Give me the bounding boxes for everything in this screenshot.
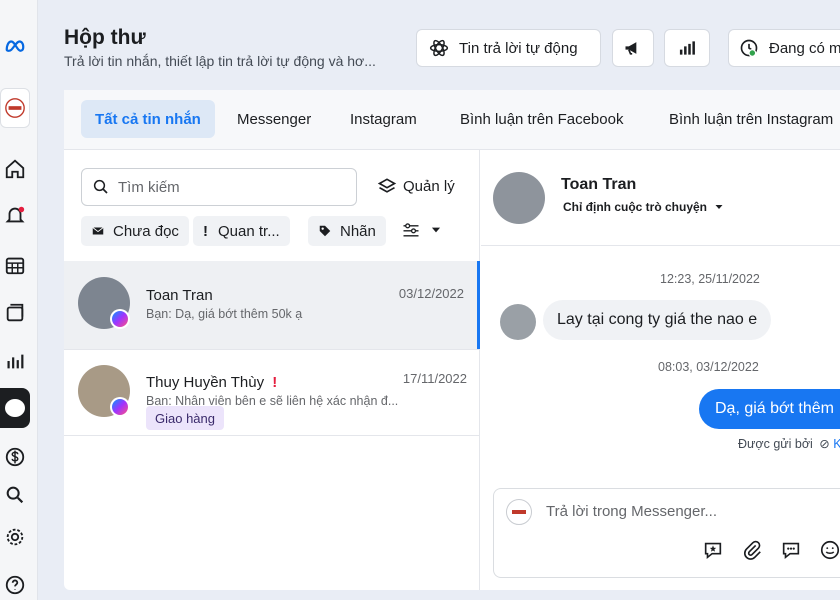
sliders-icon xyxy=(403,223,419,237)
attachment-icon[interactable] xyxy=(741,539,763,561)
chat-header: Toan Tran Chỉ định cuộc trò chuyện xyxy=(481,150,840,246)
filter-settings-button[interactable] xyxy=(401,220,443,240)
tab-instagram[interactable]: Instagram xyxy=(336,100,431,138)
reply-toolbar xyxy=(702,539,840,561)
saved-reply-icon[interactable] xyxy=(702,539,724,561)
tag-icon xyxy=(319,225,331,237)
page-logo-icon xyxy=(506,499,532,525)
search-icon xyxy=(93,179,108,194)
tab-messenger[interactable]: Messenger xyxy=(223,100,325,138)
inbox-panel: Tất cả tin nhắn Messenger Instagram Bình… xyxy=(64,90,840,590)
chat-options-icon[interactable] xyxy=(780,539,802,561)
conversation-preview: Bạn: Dạ, giá bớt thêm 50k ạ xyxy=(146,307,303,321)
bar-chart-icon xyxy=(679,41,695,55)
megaphone-icon xyxy=(625,42,637,55)
manage-label: Quản lý xyxy=(403,177,455,195)
pages-icon[interactable] xyxy=(0,298,30,328)
outgoing-message: Dạ, giá bớt thêm xyxy=(699,389,840,429)
reply-box: Trả lời trong Messenger... xyxy=(493,488,840,578)
conversation-date: 17/11/2022 xyxy=(402,371,467,386)
settings-gear-icon[interactable] xyxy=(0,522,30,552)
incoming-message: Lay tại cong ty giá the nao e xyxy=(543,300,772,340)
inbox-nav-active[interactable] xyxy=(0,388,30,428)
availability-status-label: Đang có m xyxy=(769,39,840,57)
contact-name[interactable]: Toan Tran xyxy=(561,176,636,194)
filter-label-text: Nhãn xyxy=(340,222,376,240)
filter-unread-label: Chưa đọc xyxy=(113,222,179,240)
search-placeholder: Tìm kiếm xyxy=(118,178,180,196)
message-timestamp: 08:03, 03/12/2022 xyxy=(658,360,759,374)
meta-logo-icon[interactable] xyxy=(0,32,30,62)
auto-reply-label: Tin trả lời tự động xyxy=(459,39,578,57)
filter-unread-chip[interactable]: Chưa đọc xyxy=(81,216,189,246)
search-input[interactable]: Tìm kiếm xyxy=(81,168,357,206)
filter-important-chip[interactable]: ! Quan tr... xyxy=(193,216,290,246)
contact-avatar[interactable] xyxy=(493,172,545,224)
chat-bubble-icon xyxy=(5,399,25,417)
clock-status-icon xyxy=(740,39,758,57)
dollar-icon[interactable] xyxy=(0,442,30,472)
conversation-name-text: Thuy Huyền Thùy xyxy=(146,374,265,391)
conversation-name: Toan Tran xyxy=(146,287,213,304)
important-flag-icon: ! xyxy=(272,374,278,391)
caret-down-icon xyxy=(715,205,723,209)
contact-avatar-small xyxy=(500,304,536,340)
calendar-icon[interactable] xyxy=(0,250,30,280)
conversation-item[interactable]: Thuy Huyền Thùy ! Bạn: Nhân viên bên e s… xyxy=(64,349,480,437)
page-title: Hộp thư xyxy=(64,26,146,49)
sent-by-label: Được gửi bởi xyxy=(738,437,813,451)
layers-icon xyxy=(377,178,397,193)
page-subtitle: Trả lời tin nhắn, thiết lập tin trả lời … xyxy=(64,53,376,69)
tab-instagram-comments[interactable]: Bình luận trên Instagram xyxy=(655,100,840,138)
sent-by-name[interactable]: K xyxy=(833,437,840,451)
tab-facebook-comments[interactable]: Bình luận trên Facebook xyxy=(446,100,637,138)
conversation-list-panel: Tìm kiếm Quản lý Chưa đọc ! Quan tr... N… xyxy=(64,150,480,590)
sent-by-check-icon: ⊘ xyxy=(819,437,830,451)
page-avatar[interactable] xyxy=(0,88,30,128)
envelope-icon xyxy=(92,227,104,235)
auto-reply-button[interactable]: Tin trả lời tự động xyxy=(416,29,601,67)
manage-button[interactable]: Quản lý xyxy=(377,176,455,196)
page-header: Hộp thư Trả lời tin nhắn, thiết lập tin … xyxy=(38,0,840,90)
broadcast-button[interactable] xyxy=(612,29,654,67)
exclamation-icon: ! xyxy=(203,222,208,240)
divider xyxy=(64,435,480,436)
conversation-item[interactable]: Toan Tran Bạn: Dạ, giá bớt thêm 50k ạ 03… xyxy=(64,261,480,349)
messenger-badge-icon xyxy=(110,397,130,417)
availability-status-button[interactable]: Đang có m xyxy=(728,29,840,67)
assign-conversation-dropdown[interactable]: Chỉ định cuộc trò chuyện xyxy=(563,200,725,214)
left-rail xyxy=(0,0,38,600)
insights-icon[interactable] xyxy=(0,346,30,376)
conversation-name: Thuy Huyền Thùy ! xyxy=(146,374,277,391)
label-badge[interactable]: Giao hàng xyxy=(146,406,224,430)
caret-down-icon xyxy=(431,227,441,233)
help-icon[interactable] xyxy=(0,570,30,600)
inbox-tabs: Tất cả tin nhắn Messenger Instagram Bình… xyxy=(64,90,840,150)
messenger-badge-icon xyxy=(110,309,130,329)
sent-by-info: Được gửi bởi ⊘ K xyxy=(738,436,840,451)
tab-all-messages[interactable]: Tất cả tin nhắn xyxy=(81,100,215,138)
insights-button[interactable] xyxy=(664,29,710,67)
search-icon[interactable] xyxy=(0,480,30,510)
chat-panel: Toan Tran Chỉ định cuộc trò chuyện 12:23… xyxy=(481,150,840,590)
filter-label-chip[interactable]: Nhãn xyxy=(308,216,386,246)
home-icon[interactable] xyxy=(0,154,30,184)
emoji-icon[interactable] xyxy=(819,539,840,561)
atom-icon xyxy=(429,39,449,57)
notifications-bell-icon[interactable] xyxy=(0,200,30,230)
message-timestamp: 12:23, 25/11/2022 xyxy=(660,272,760,286)
assign-conversation-label: Chỉ định cuộc trò chuyện xyxy=(563,200,708,214)
reply-input[interactable]: Trả lời trong Messenger... xyxy=(546,503,717,520)
conversation-date: 03/12/2022 xyxy=(398,286,464,301)
filter-important-label: Quan tr... xyxy=(218,222,280,240)
